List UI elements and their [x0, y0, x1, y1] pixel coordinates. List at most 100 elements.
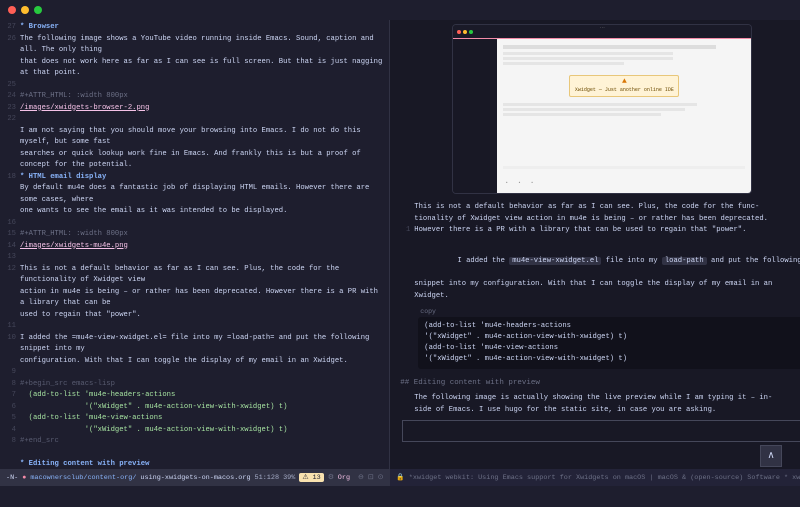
- line-content: I added the =mu4e-view-xwidget.el= file …: [20, 333, 389, 356]
- buffer-file: using-xwidgets-on-macos.org: [140, 474, 250, 482]
- scroll-to-top-button[interactable]: ∧: [760, 445, 782, 467]
- line-number: 12: [0, 264, 20, 287]
- line-content: one wants to see the email as it was int…: [20, 206, 389, 218]
- main-split: 27* Browser26The following image shows a…: [0, 20, 800, 486]
- source-line[interactable]: 22: [0, 114, 389, 126]
- text-run: The following image is actually showing …: [414, 393, 800, 405]
- source-line[interactable]: 15#+ATTR_HTML: :width 800px: [0, 229, 389, 241]
- line-content: #+end_src: [20, 436, 389, 448]
- close-window-button[interactable]: [8, 6, 16, 14]
- warning-icon: ⚠: [302, 474, 308, 482]
- line-content: By default mu4e does a fantastic job of …: [20, 183, 389, 206]
- line-content: configuration. With that I can toggle th…: [20, 356, 389, 368]
- source-line[interactable]: 16: [0, 218, 389, 230]
- line-content: [20, 321, 389, 333]
- source-line[interactable]: 6 '("xWidget" . mu4e-action-view-with-xw…: [0, 402, 389, 414]
- source-line[interactable]: I am not saying that you should move you…: [0, 126, 389, 149]
- line-number: [0, 356, 20, 368]
- source-line[interactable]: [0, 448, 389, 460]
- line-number: 8: [0, 436, 20, 448]
- source-line[interactable]: 25: [0, 80, 389, 92]
- source-line[interactable]: 9: [0, 367, 389, 379]
- line-number: [0, 183, 20, 206]
- source-line[interactable]: that does not work here as far as I can …: [0, 57, 389, 80]
- thumb-titlebar: ⋯: [453, 25, 751, 39]
- echo-area: [0, 486, 800, 490]
- text-run: file into my: [601, 257, 661, 265]
- source-line[interactable]: configuration. With that I can toggle th…: [0, 356, 389, 368]
- xwidget-buffer-name: *xwidget webkit: Using Emacs support for…: [409, 474, 800, 482]
- embedded-screenshot: ⋯ ▲ Xwidget — Just another online IDE: [452, 24, 752, 194]
- line-number: 5: [0, 413, 20, 425]
- source-line[interactable]: 5 (add-to-list 'mu4e-view-actions: [0, 413, 389, 425]
- line-number: 15: [0, 229, 20, 241]
- webkit-preview[interactable]: ⋯ ▲ Xwidget — Just another online IDE: [390, 20, 800, 469]
- modeline-right[interactable]: 🔒 *xwidget webkit: Using Emacs support f…: [390, 469, 800, 486]
- source-line[interactable]: 24#+ATTR_HTML: :width 800px: [0, 91, 389, 103]
- source-line[interactable]: 14/images/xwidgets-mu4e.png: [0, 241, 389, 253]
- source-line[interactable]: 10I added the =mu4e-view-xwidget.el= fil…: [0, 333, 389, 356]
- source-line[interactable]: 8#+end_src: [0, 436, 389, 448]
- source-line[interactable]: 27* Browser: [0, 22, 389, 34]
- line-content: #+ATTR_HTML: :width 800px: [20, 229, 389, 241]
- line-content: #+begin_src emacs-lisp: [20, 379, 389, 391]
- line-number: [0, 126, 20, 149]
- code-line: '("xWidget" . mu4e-action-view-with-xwid…: [424, 332, 798, 343]
- source-line[interactable]: 11: [0, 321, 389, 333]
- line-content: /images/xwidgets-browser-2.png: [20, 103, 389, 115]
- zoom-window-button[interactable]: [34, 6, 42, 14]
- source-line[interactable]: By default mu4e does a fantastic job of …: [0, 183, 389, 206]
- line-content: that does not work here as far as I can …: [20, 57, 389, 80]
- source-line[interactable]: 8#+begin_src emacs-lisp: [0, 379, 389, 391]
- line-content: [20, 448, 389, 460]
- line-number: [0, 310, 20, 322]
- evil-state: -N-: [6, 474, 18, 482]
- line-number: 25: [0, 80, 20, 92]
- line-content: * Browser: [20, 22, 389, 34]
- major-mode: Org: [338, 474, 350, 482]
- source-line[interactable]: action in mu4e is being – or rather has …: [0, 287, 389, 310]
- source-line[interactable]: searches or quick lookup work fine in Em…: [0, 149, 389, 172]
- copy-code-button[interactable]: copy: [420, 308, 800, 315]
- lock-icon: 🔒: [396, 473, 404, 482]
- text-run: This is not a default behavior as far as…: [414, 202, 800, 214]
- chevron-up-icon: ∧: [767, 450, 774, 462]
- line-content: * HTML email display: [20, 172, 389, 184]
- source-line[interactable]: used to regain that "power".: [0, 310, 389, 322]
- line-content: '("xWidget" . mu4e-action-view-with-xwid…: [20, 425, 389, 437]
- source-line[interactable]: 13: [0, 252, 389, 264]
- preview-line-number: 1: [400, 225, 414, 237]
- line-content: (add-to-list 'mu4e-view-actions: [20, 413, 389, 425]
- source-line[interactable]: 4 '("xWidget" . mu4e-action-view-with-xw…: [0, 425, 389, 437]
- thumb-warning-badge: ▲ Xwidget — Just another online IDE: [569, 75, 679, 97]
- source-line[interactable]: 18* HTML email display: [0, 172, 389, 184]
- source-line[interactable]: 12This is not a default behavior as far …: [0, 264, 389, 287]
- text-run: However there is a PR with a library tha…: [414, 225, 800, 237]
- minimize-window-button[interactable]: [21, 6, 29, 14]
- thumb-badge-text: Xwidget — Just another online IDE: [575, 87, 674, 93]
- line-content: /images/xwidgets-mu4e.png: [20, 241, 389, 253]
- line-number: 10: [0, 333, 20, 356]
- modeline-left[interactable]: -N- ● macownersclub/content-org/using-xw…: [0, 469, 389, 486]
- line-number: 6: [0, 402, 20, 414]
- flycheck-warning-badge[interactable]: ⚠ 13: [299, 473, 323, 482]
- line-content: [20, 114, 389, 126]
- source-line[interactable]: 23/images/xwidgets-browser-2.png: [0, 103, 389, 115]
- source-line[interactable]: one wants to see the email as it was int…: [0, 206, 389, 218]
- source-line[interactable]: 26The following image shows a YouTube vi…: [0, 34, 389, 57]
- line-number: 9: [0, 367, 20, 379]
- code-line: (add-to-list 'mu4e-view-actions: [424, 343, 798, 354]
- source-line[interactable]: * Editing content with preview: [0, 459, 389, 469]
- buffer-path: macownersclub/content-org/: [30, 474, 136, 482]
- line-content: used to regain that "power".: [20, 310, 389, 322]
- line-number: 27: [0, 22, 20, 34]
- source-buffer[interactable]: 27* Browser26The following image shows a…: [0, 20, 389, 469]
- inline-code-chip: mu4e-view-xwidget.el: [509, 257, 601, 265]
- line-content: This is not a default behavior as far as…: [20, 264, 389, 287]
- source-line[interactable]: 7 (add-to-list 'mu4e-headers-actions: [0, 390, 389, 402]
- modeline-extra-icons: ⚙: [328, 473, 334, 482]
- code-line: '("xWidget" . mu4e-action-view-with-xwid…: [424, 354, 798, 365]
- text-run: snippet into my configuration. With that…: [414, 279, 800, 291]
- text-run: I added the: [457, 257, 509, 265]
- line-number: [0, 149, 20, 172]
